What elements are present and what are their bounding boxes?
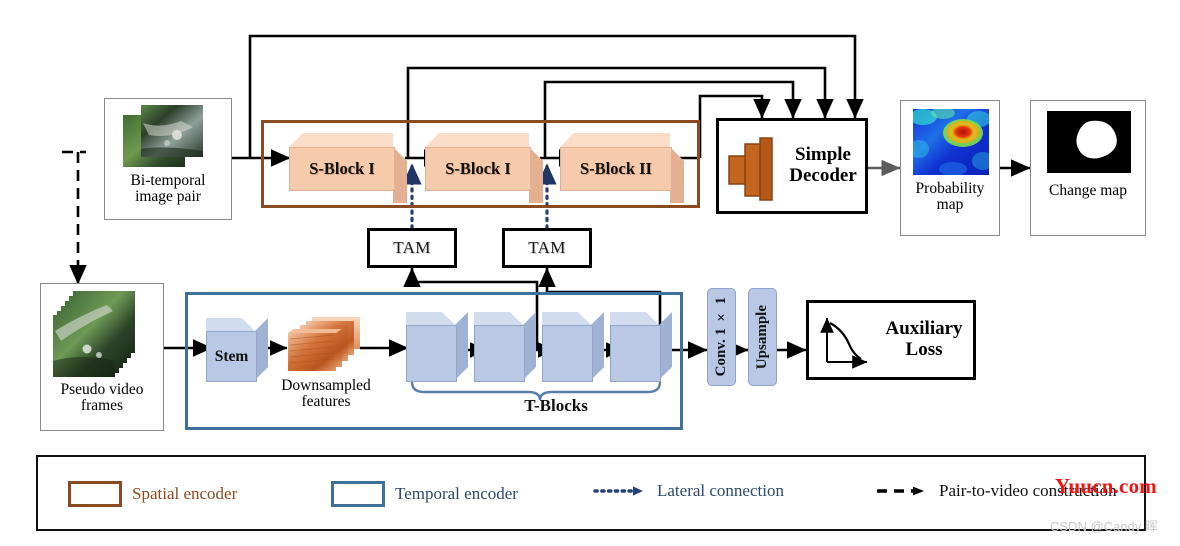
figure-canvas: Bi-temporal image pair Pseudo video fram…	[0, 0, 1180, 546]
auxiliary-loss-label-line1: Auxiliary	[885, 318, 963, 340]
legend-dashed-arrow-icon	[877, 486, 924, 496]
site-watermark: Yuucn.com	[1055, 474, 1157, 498]
auxiliary-loss-label: Auxiliary Loss	[875, 319, 973, 360]
legend-item-temporal-encoder: Temporal encoder	[331, 481, 518, 507]
legend-item-lateral-connection: Lateral connection	[593, 481, 784, 501]
auxiliary-loss-box[interactable]: Auxiliary Loss	[806, 300, 976, 380]
loss-curve-icon	[820, 317, 868, 369]
legend-label-lateral-connection: Lateral connection	[657, 481, 784, 500]
downsampled-features-label: Downsampled features	[256, 377, 396, 411]
legend-swatch-temporal-encoder	[331, 481, 385, 507]
csdn-credit-watermark: CSDN @Candy 晖	[1050, 519, 1158, 534]
conv-1x1-block[interactable]: Conv. 1 × 1	[707, 288, 736, 386]
downsampled-label-line1: Downsampled	[281, 377, 371, 394]
downsampled-label-line2: features	[301, 393, 351, 411]
upsample-block[interactable]: Upsample	[748, 288, 777, 386]
upsample-label: Upsample	[754, 304, 770, 370]
auxiliary-loss-label-line2: Loss	[905, 339, 943, 360]
legend-dotted-arrow-icon	[593, 486, 643, 496]
legend-label-temporal-encoder: Temporal encoder	[395, 484, 518, 503]
legend-swatch-spatial-encoder	[68, 481, 122, 507]
legend-label-spatial-encoder: Spatial encoder	[132, 484, 238, 503]
conv-1x1-label: Conv. 1 × 1	[713, 297, 729, 377]
legend-item-spatial-encoder: Spatial encoder	[68, 481, 237, 507]
t-blocks-label: T-Blocks	[524, 396, 588, 415]
